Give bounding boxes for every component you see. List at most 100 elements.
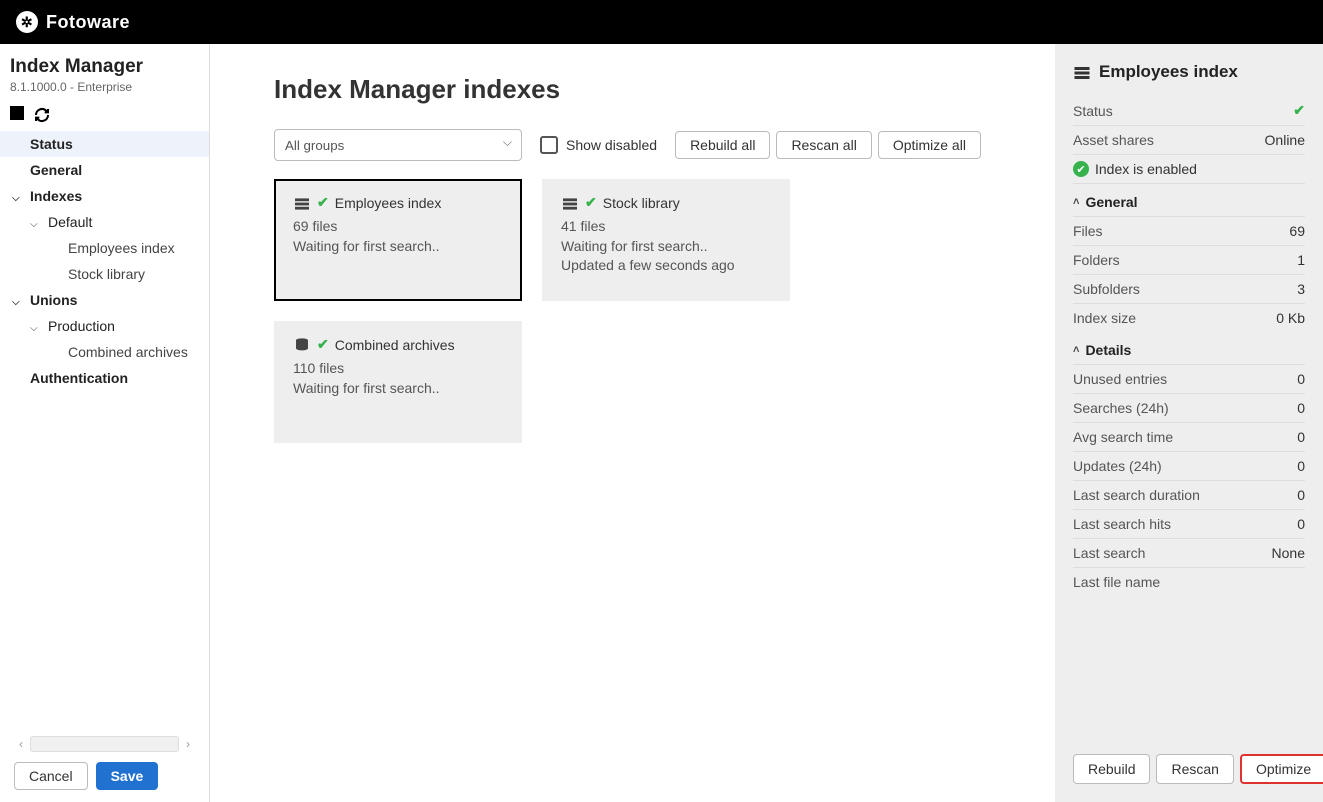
panel-row-label: Last search hits bbox=[1073, 516, 1171, 532]
check-icon: ✔ bbox=[585, 194, 597, 211]
panel-row-label: Last search duration bbox=[1073, 487, 1200, 503]
panel-row-value: 0 bbox=[1297, 400, 1305, 416]
nav-production[interactable]: ⌵Production bbox=[0, 313, 209, 339]
brand-logo[interactable]: ✲ Fotoware bbox=[16, 11, 130, 33]
sidebar-header: Index Manager 8.1.1000.0 - Enterprise bbox=[0, 44, 209, 98]
panel-row-value: 0 bbox=[1297, 516, 1305, 532]
panel-action-buttons: Rebuild Rescan Optimize bbox=[1073, 754, 1305, 784]
scroll-left-icon[interactable]: ‹ bbox=[14, 737, 28, 751]
panel-row-value: 1 bbox=[1297, 252, 1305, 268]
panel-enabled-row: ✔ Index is enabled bbox=[1073, 155, 1305, 184]
scroll-right-icon[interactable]: › bbox=[181, 737, 195, 751]
nav-combined-archives[interactable]: Combined archives bbox=[0, 339, 209, 365]
check-icon: ✔ bbox=[317, 194, 329, 211]
show-disabled-label: Show disabled bbox=[566, 137, 657, 153]
optimize-all-button[interactable]: Optimize all bbox=[878, 131, 981, 159]
database-icon bbox=[561, 194, 579, 210]
panel-asset-shares-value: Online bbox=[1265, 132, 1305, 148]
panel-row-value: 69 bbox=[1289, 223, 1305, 239]
panel-row-label: Files bbox=[1073, 223, 1103, 239]
chevron-down-icon: ⌵ bbox=[30, 219, 42, 230]
rescan-button[interactable]: Rescan bbox=[1156, 754, 1233, 784]
index-cards: ✔Employees index69 filesWaiting for firs… bbox=[274, 179, 1031, 443]
panel-row-value: 0 bbox=[1297, 458, 1305, 474]
index-card[interactable]: ✔Combined archives110 filesWaiting for f… bbox=[274, 321, 522, 443]
index-card[interactable]: ✔ Employees index 69 filesWaiting for firs… bbox=[274, 179, 522, 301]
panel-general-section[interactable]: ˄ General bbox=[1073, 184, 1305, 217]
toolbar: All groups Show disabled Rebuild all Res… bbox=[274, 129, 1031, 161]
sidebar: Index Manager 8.1.1000.0 - Enterprise St… bbox=[0, 44, 210, 802]
panel-row: Subfolders3 bbox=[1073, 275, 1305, 304]
card-files: 110 files bbox=[293, 359, 503, 379]
card-status2: Updated a few seconds ago bbox=[561, 256, 771, 276]
card-name: Combined archives bbox=[335, 337, 455, 353]
nav-status[interactable]: Status bbox=[0, 131, 209, 157]
panel-row: Unused entries0 bbox=[1073, 365, 1305, 394]
card-files: 69 files bbox=[293, 217, 503, 237]
panel-row-value: 0 bbox=[1297, 429, 1305, 445]
panel-row-label: Searches (24h) bbox=[1073, 400, 1169, 416]
panel-row: Folders 1 bbox=[1073, 246, 1305, 275]
chevron-down-icon: ⌵ bbox=[12, 297, 24, 308]
nav-default[interactable]: ⌵Default bbox=[0, 209, 209, 235]
panel-status-row: Status ✔ bbox=[1073, 96, 1305, 126]
panel-row: Updates (24h) 0 bbox=[1073, 452, 1305, 481]
rebuild-all-button[interactable]: Rebuild all bbox=[675, 131, 770, 159]
rescan-all-button[interactable]: Rescan all bbox=[776, 131, 871, 159]
panel-details-section[interactable]: ˄ Details bbox=[1073, 332, 1305, 365]
panel-asset-shares-row: Asset shares Online bbox=[1073, 126, 1305, 155]
panel-asset-shares-label: Asset shares bbox=[1073, 132, 1154, 148]
chevron-up-icon: ˄ bbox=[1073, 196, 1079, 208]
panel-row-value: None bbox=[1272, 545, 1305, 561]
cancel-button[interactable]: Cancel bbox=[14, 762, 88, 790]
card-status: Waiting for first search.. bbox=[561, 237, 771, 257]
panel-row-label: Avg search time bbox=[1073, 429, 1173, 445]
panel-row-label: Index size bbox=[1073, 310, 1136, 326]
panel-status-label: Status bbox=[1073, 103, 1113, 119]
card-name: Employees index bbox=[335, 195, 442, 211]
panel-row: Avg search time 0 bbox=[1073, 423, 1305, 452]
nav-unions[interactable]: ⌵Unions bbox=[0, 287, 209, 313]
card-status: Waiting for first search.. bbox=[293, 237, 503, 257]
nav-stock-library[interactable]: Stock library bbox=[0, 261, 209, 287]
chevron-down-icon: ⌵ bbox=[12, 193, 24, 204]
panel-row: Last search None bbox=[1073, 539, 1305, 568]
panel-row: Last file name bbox=[1073, 568, 1305, 596]
panel-row-label: Updates (24h) bbox=[1073, 458, 1162, 474]
panel-row-label: Folders bbox=[1073, 252, 1120, 268]
nav-general[interactable]: General bbox=[0, 157, 209, 183]
panel-row-label: Unused entries bbox=[1073, 371, 1167, 387]
top-bar: ✲ Fotoware bbox=[0, 0, 1323, 44]
show-disabled-checkbox[interactable]: Show disabled bbox=[540, 136, 657, 154]
index-card[interactable]: ✔Stock library41 filesWaiting for first … bbox=[542, 179, 790, 301]
panel-title: Employees index bbox=[1073, 62, 1305, 82]
rebuild-button[interactable]: Rebuild bbox=[1073, 754, 1150, 784]
card-status: Waiting for first search.. bbox=[293, 379, 503, 399]
nav-employees-index[interactable]: Employees index bbox=[0, 235, 209, 261]
check-circle-icon: ✔ bbox=[1073, 161, 1089, 177]
card-name: Stock library bbox=[603, 195, 680, 211]
main-content: Index Manager indexes All groups Show di… bbox=[210, 44, 1055, 802]
panel-row: Index size0 Kb bbox=[1073, 304, 1305, 332]
panel-title-text: Employees index bbox=[1099, 62, 1238, 82]
panel-details-label: Details bbox=[1085, 342, 1131, 358]
save-button[interactable]: Save bbox=[96, 762, 159, 790]
sidebar-footer: ‹ › Cancel Save bbox=[0, 728, 209, 802]
refresh-icon[interactable] bbox=[34, 106, 50, 123]
nav-authentication[interactable]: Authentication bbox=[0, 365, 209, 391]
nav-indexes[interactable]: ⌵Indexes bbox=[0, 183, 209, 209]
group-filter-select[interactable]: All groups bbox=[274, 129, 522, 161]
stop-icon[interactable] bbox=[10, 106, 24, 120]
panel-row: Last search hits 0 bbox=[1073, 510, 1305, 539]
panel-enabled-text: Index is enabled bbox=[1095, 161, 1197, 177]
app-version: 8.1.1000.0 - Enterprise bbox=[10, 80, 199, 94]
scroll-track[interactable] bbox=[30, 736, 179, 752]
panel-row-label: Last search bbox=[1073, 545, 1145, 561]
checkbox-icon bbox=[540, 136, 558, 154]
panel-row-value: 0 bbox=[1297, 487, 1305, 503]
sidebar-scrollbar[interactable]: ‹ › bbox=[14, 736, 195, 752]
panel-row: Searches (24h) 0 bbox=[1073, 394, 1305, 423]
database-icon bbox=[293, 194, 311, 210]
optimize-button[interactable]: Optimize bbox=[1240, 754, 1323, 784]
panel-general-label: General bbox=[1085, 194, 1137, 210]
